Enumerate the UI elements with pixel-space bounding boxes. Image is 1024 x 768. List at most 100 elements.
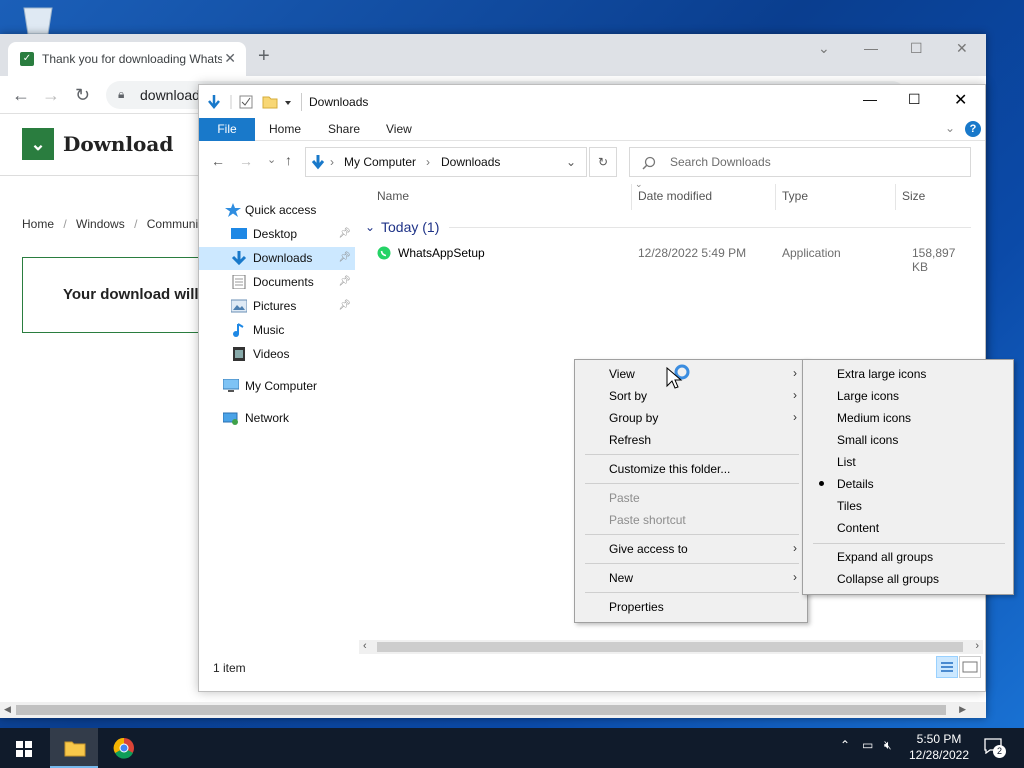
view-details[interactable]: Details — [803, 473, 1013, 495]
tab-home[interactable]: Home — [269, 118, 301, 141]
lock-icon: 🔒︎ — [118, 87, 125, 101]
maximize-icon[interactable]: ☐ — [910, 40, 923, 57]
nav-pictures[interactable]: Pictures 📌︎ — [199, 295, 355, 318]
recent-locations-icon[interactable]: ⌄ — [267, 153, 276, 166]
nav-network[interactable]: Network — [199, 407, 355, 430]
column-divider[interactable] — [631, 184, 632, 210]
menu-item-refresh[interactable]: Refresh — [575, 429, 807, 451]
start-button[interactable] — [0, 728, 48, 768]
breadcrumb-windows[interactable]: Windows — [76, 217, 125, 231]
expand-ribbon-icon[interactable]: ⌄ — [945, 121, 955, 135]
new-tab-button[interactable]: + — [258, 46, 270, 66]
scroll-left-icon[interactable]: ◀ — [4, 704, 11, 715]
column-name[interactable]: Name — [377, 189, 409, 203]
scrollbar-thumb[interactable] — [377, 642, 963, 652]
close-tab-icon[interactable]: ✕ — [224, 50, 236, 67]
nav-label: Videos — [253, 347, 290, 361]
view-expand-all-groups[interactable]: Expand all groups — [803, 546, 1013, 568]
reload-icon[interactable]: ↻ — [75, 86, 90, 104]
minimize-icon[interactable]: — — [864, 40, 878, 56]
address-dropdown-icon[interactable]: ⌄ — [566, 155, 576, 169]
group-header[interactable]: Today (1) — [381, 219, 439, 235]
up-icon[interactable]: ↑ — [285, 152, 292, 168]
column-type[interactable]: Type — [782, 189, 808, 203]
breadcrumb-home[interactable]: Home — [22, 217, 54, 231]
volume-muted-icon[interactable]: 🔇︎ — [884, 738, 892, 753]
column-size[interactable]: Size — [902, 189, 925, 203]
tab-file[interactable]: File — [199, 118, 255, 141]
quick-access-toolbar — [207, 94, 297, 113]
address-bar[interactable]: › My Computer › Downloads ⌄ — [305, 147, 587, 177]
search-box[interactable]: Search Downloads — [629, 147, 971, 177]
refresh-button[interactable]: ↻ — [589, 147, 617, 177]
browser-horizontal-scrollbar[interactable]: ◀ ▶ — [0, 702, 986, 718]
group-collapse-icon[interactable]: ⌄ — [365, 220, 375, 234]
scrollbar-thumb[interactable] — [16, 705, 946, 715]
maximize-icon[interactable]: ☐ — [908, 91, 921, 108]
close-window-icon[interactable]: ✕ — [954, 90, 967, 110]
menu-label: Refresh — [609, 433, 652, 447]
menu-item-view[interactable]: View › — [575, 363, 807, 385]
file-row[interactable]: WhatsAppSetup 12/28/2022 5:49 PM Applica… — [377, 245, 969, 274]
view-extra-large-icons[interactable]: Extra large icons — [803, 363, 1013, 385]
back-icon[interactable]: ← — [12, 86, 30, 104]
explorer-horizontal-scrollbar[interactable]: ‹ › — [359, 640, 983, 654]
nav-videos[interactable]: Videos — [199, 343, 355, 366]
nav-music[interactable]: Music — [199, 319, 355, 342]
forward-icon[interactable]: → — [239, 153, 253, 169]
column-divider[interactable] — [895, 184, 896, 210]
breadcrumb-communication[interactable]: Communic — [147, 217, 204, 231]
network-status-icon[interactable]: ▭ — [862, 738, 873, 752]
back-icon[interactable]: ← — [211, 153, 225, 169]
view-large-icons[interactable]: Large icons — [803, 385, 1013, 407]
nav-my-computer[interactable]: My Computer — [199, 375, 355, 398]
minimize-icon[interactable]: — — [863, 91, 877, 107]
view-list[interactable]: List — [803, 451, 1013, 473]
forward-icon[interactable]: → — [42, 86, 60, 104]
menu-item-give-access[interactable]: Give access to › — [575, 538, 807, 560]
menu-item-new[interactable]: New › — [575, 567, 807, 589]
details-view-button[interactable] — [936, 656, 958, 678]
close-window-icon[interactable]: ✕ — [956, 40, 968, 57]
tab-view[interactable]: View — [386, 118, 412, 141]
address-separator-icon[interactable]: › — [330, 155, 334, 169]
address-segment-downloads[interactable]: Downloads — [441, 155, 500, 169]
taskbar-file-explorer[interactable] — [50, 728, 98, 768]
menu-item-customize-folder[interactable]: Customize this folder... — [575, 458, 807, 480]
menu-item-sort-by[interactable]: Sort by › — [575, 385, 807, 407]
view-content[interactable]: Content — [803, 517, 1013, 539]
scroll-left-icon[interactable]: ‹ — [363, 640, 367, 652]
site-logo-text[interactable]: Download — [63, 132, 173, 156]
tab-search-icon[interactable]: ⌄ — [818, 40, 830, 57]
browser-tab[interactable]: ✓ Thank you for downloading WhatsApp ✕ — [8, 42, 246, 76]
site-logo-icon[interactable]: ⌄ — [22, 128, 54, 160]
notifications-button[interactable]: 2 — [984, 738, 1008, 758]
show-hidden-icons[interactable]: ⌃ — [840, 738, 850, 752]
view-tiles[interactable]: Tiles — [803, 495, 1013, 517]
column-date-modified[interactable]: Date modified — [638, 189, 712, 203]
nav-desktop[interactable]: Desktop 📌︎ — [199, 223, 355, 246]
address-separator-icon[interactable]: › — [426, 155, 430, 169]
address-segment-computer[interactable]: My Computer — [344, 155, 416, 169]
view-medium-icons[interactable]: Medium icons — [803, 407, 1013, 429]
view-collapse-all-groups[interactable]: Collapse all groups — [803, 568, 1013, 590]
recycle-bin-icon[interactable] — [18, 4, 58, 35]
tab-share[interactable]: Share — [328, 118, 360, 141]
nav-label: My Computer — [245, 379, 318, 393]
nav-label: Music — [253, 323, 285, 337]
view-small-icons[interactable]: Small icons — [803, 429, 1013, 451]
menu-item-properties[interactable]: Properties — [575, 596, 807, 618]
clock[interactable]: 5:50 PM 12/28/2022 — [904, 731, 974, 763]
nav-documents[interactable]: Documents 📌︎ — [199, 271, 355, 294]
scroll-right-icon[interactable]: ▶ — [959, 704, 966, 715]
menu-item-group-by[interactable]: Group by › — [575, 407, 807, 429]
help-icon[interactable]: ? — [965, 121, 981, 137]
column-divider[interactable] — [775, 184, 776, 210]
scroll-right-icon[interactable]: › — [975, 640, 979, 652]
breadcrumb: Home / Windows / Communic — [22, 217, 204, 231]
quick-access-icons[interactable] — [207, 94, 297, 110]
large-icons-view-button[interactable] — [959, 656, 981, 678]
nav-downloads[interactable]: Downloads 📌︎ — [199, 247, 355, 270]
nav-quick-access[interactable]: Quick access — [199, 199, 355, 222]
taskbar-chrome[interactable] — [100, 728, 148, 768]
